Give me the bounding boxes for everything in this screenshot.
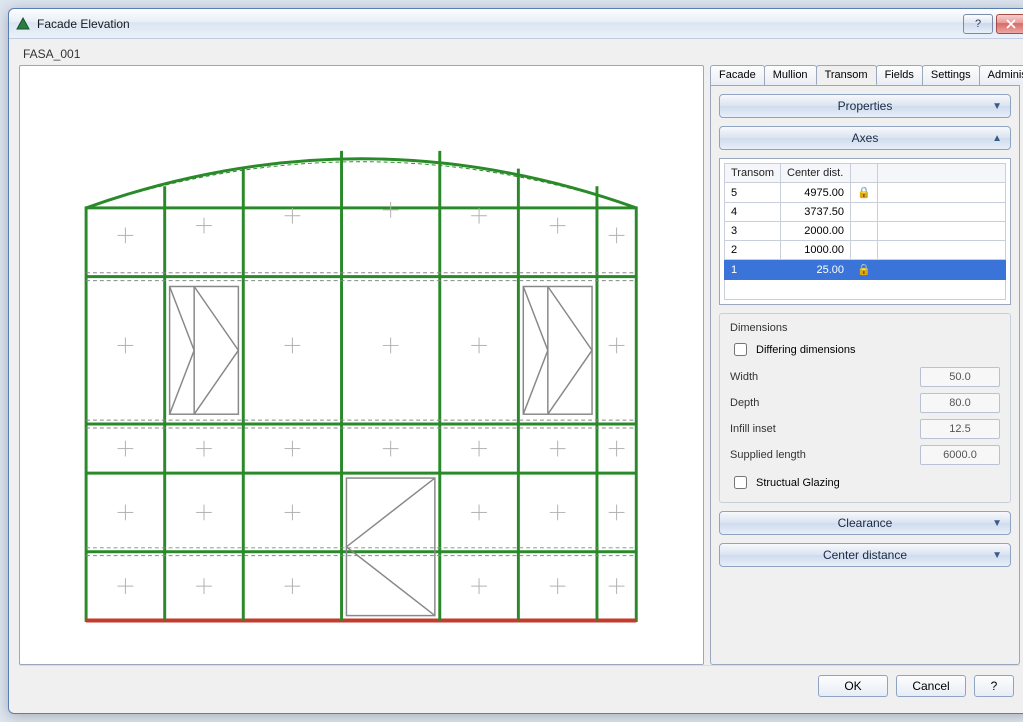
accordion-axes[interactable]: Axes ▲: [719, 126, 1011, 150]
col-lock: [851, 164, 878, 183]
lock-icon: 🔒: [857, 187, 871, 199]
chevron-up-icon: ▲: [992, 133, 1002, 144]
cell-center-dist: 1000.00: [781, 241, 851, 260]
cell-center-dist: 4975.00: [781, 183, 851, 203]
cell-lock: [851, 241, 878, 260]
app-icon: [15, 16, 31, 32]
cell-transom: 4: [725, 203, 781, 222]
table-row[interactable]: 43737.50: [725, 203, 1006, 222]
transom-table[interactable]: Transom Center dist. 54975.00 🔒 43737.5032…: [724, 163, 1006, 280]
dialog-footer: OK Cancel ?: [19, 665, 1020, 705]
table-row[interactable]: 32000.00: [725, 222, 1006, 241]
table-row[interactable]: 125.00 🔒: [725, 260, 1006, 280]
col-center-dist[interactable]: Center dist.: [781, 164, 851, 183]
cell-spare: [877, 241, 1005, 260]
tab-transom[interactable]: Transom: [816, 65, 877, 85]
infill-label: Infill inset: [730, 423, 776, 435]
tab-settings[interactable]: Settings: [922, 65, 980, 85]
window-title: Facade Elevation: [37, 17, 960, 31]
accordion-properties[interactable]: Properties ▼: [719, 94, 1011, 118]
help-button[interactable]: ?: [963, 14, 993, 34]
infill-field[interactable]: [920, 419, 1000, 439]
supplied-label: Supplied length: [730, 449, 806, 461]
table-row[interactable]: 21000.00: [725, 241, 1006, 260]
width-label: Width: [730, 371, 758, 383]
cell-transom: 1: [725, 260, 781, 280]
cell-lock: [851, 222, 878, 241]
cancel-button[interactable]: Cancel: [896, 675, 966, 697]
chevron-down-icon: ▼: [992, 550, 1002, 561]
footer-help-button[interactable]: ?: [974, 675, 1014, 697]
depth-label: Depth: [730, 397, 759, 409]
supplied-field[interactable]: [920, 445, 1000, 465]
cell-center-dist: 25.00: [781, 260, 851, 280]
ok-button[interactable]: OK: [818, 675, 888, 697]
cell-lock: 🔒: [851, 183, 878, 203]
dimensions-group: Dimensions Differing dimensions Width De…: [719, 313, 1011, 503]
cell-center-dist: 3737.50: [781, 203, 851, 222]
tab-fields[interactable]: Fields: [876, 65, 923, 85]
tab-body: Properties ▼ Axes ▲ Transom Center di: [710, 85, 1020, 665]
table-row[interactable]: 54975.00 🔒: [725, 183, 1006, 203]
tabs: Facade Mullion Transom Fields Settings A…: [710, 65, 1020, 85]
accordion-center-distance[interactable]: Center distance ▼: [719, 543, 1011, 567]
tab-facade[interactable]: Facade: [710, 65, 765, 85]
facade-preview: [19, 65, 704, 665]
width-field[interactable]: [920, 367, 1000, 387]
right-panel: Facade Mullion Transom Fields Settings A…: [710, 65, 1020, 665]
depth-field[interactable]: [920, 393, 1000, 413]
col-spare: [877, 164, 1005, 183]
transom-table-wrap: Transom Center dist. 54975.00 🔒 43737.5032…: [719, 158, 1011, 305]
chevron-down-icon: ▼: [992, 518, 1002, 529]
cell-spare: [877, 260, 1005, 280]
structural-glazing-checkbox[interactable]: [734, 476, 747, 489]
cell-center-dist: 2000.00: [781, 222, 851, 241]
facade-drawing: [47, 90, 675, 640]
close-button[interactable]: [996, 14, 1023, 34]
differing-dimensions-checkbox[interactable]: [734, 343, 747, 356]
structural-glazing-label: Structual Glazing: [756, 477, 840, 489]
cell-transom: 2: [725, 241, 781, 260]
tab-administration[interactable]: Administration: [979, 65, 1023, 85]
differing-dimensions-label: Differing dimensions: [756, 344, 855, 356]
dimensions-legend: Dimensions: [730, 322, 1000, 334]
dialog-window: Facade Elevation ? FASA_001: [8, 8, 1023, 714]
cell-spare: [877, 203, 1005, 222]
cell-spare: [877, 222, 1005, 241]
cell-spare: [877, 183, 1005, 203]
chevron-down-icon: ▼: [992, 101, 1002, 112]
cell-transom: 3: [725, 222, 781, 241]
titlebar: Facade Elevation ?: [9, 9, 1023, 39]
cell-lock: 🔒: [851, 260, 878, 280]
cell-lock: [851, 203, 878, 222]
accordion-clearance[interactable]: Clearance ▼: [719, 511, 1011, 535]
tab-mullion[interactable]: Mullion: [764, 65, 817, 85]
facade-identifier: FASA_001: [23, 47, 1020, 61]
lock-icon: 🔒: [857, 264, 871, 276]
cell-transom: 5: [725, 183, 781, 203]
col-transom[interactable]: Transom: [725, 164, 781, 183]
